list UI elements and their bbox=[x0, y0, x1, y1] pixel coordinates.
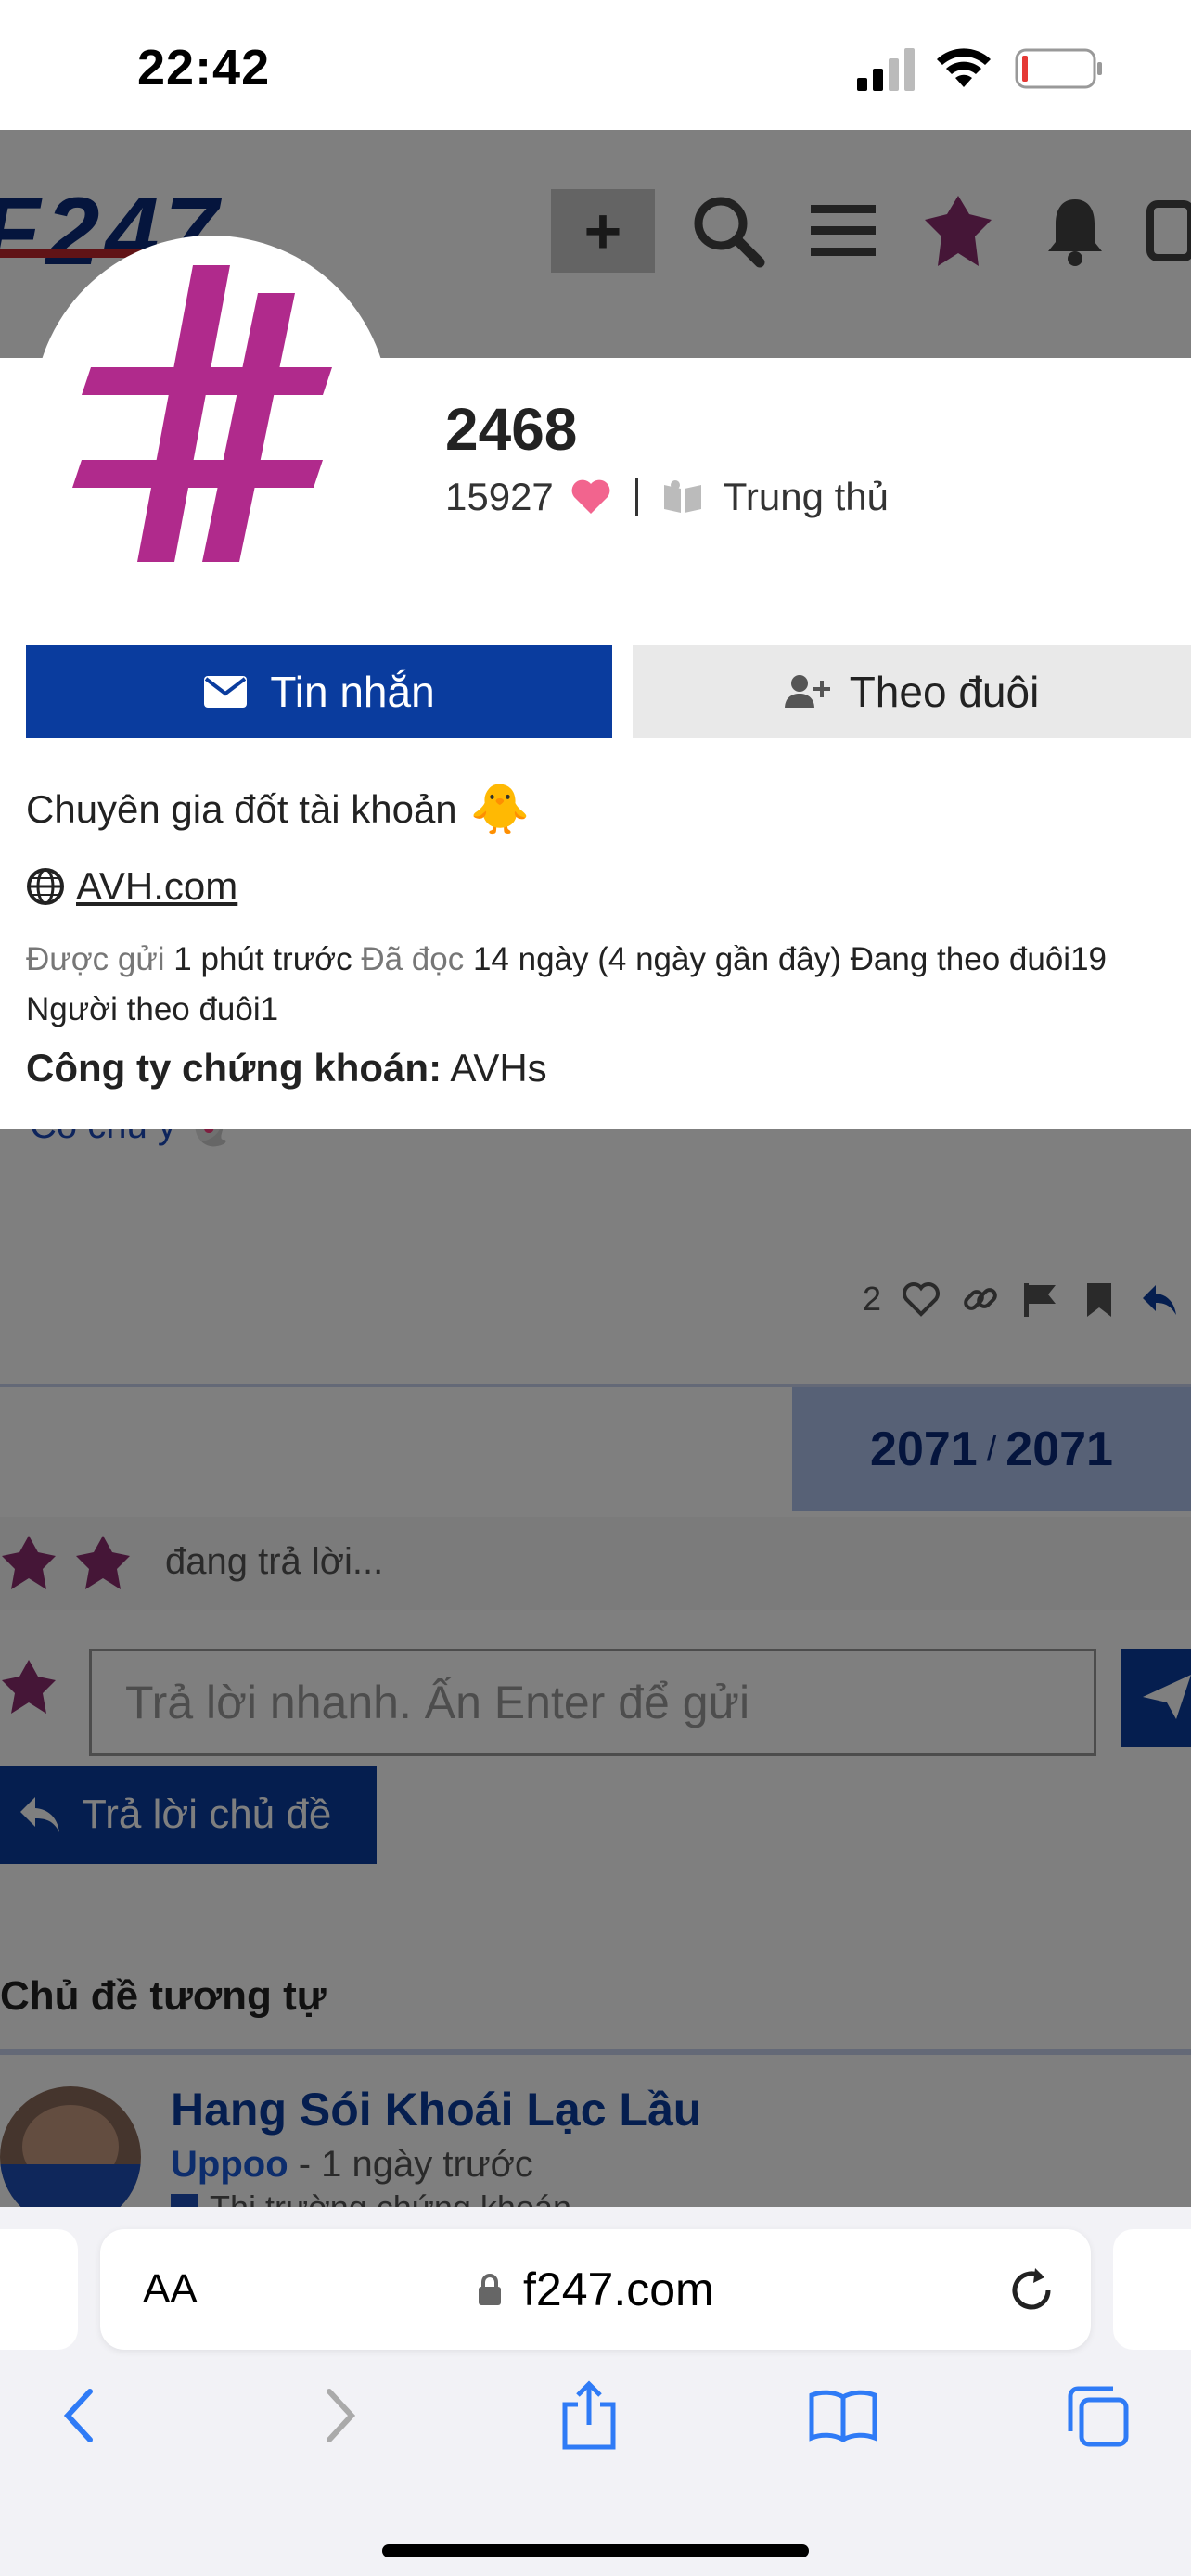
meta-read-value: 14 ngày (4 ngày gần đây) bbox=[472, 941, 841, 977]
profile-bio-text: Chuyên gia đốt tài khoản bbox=[26, 786, 457, 831]
lock-icon bbox=[479, 2274, 501, 2305]
previous-tab-preview[interactable] bbox=[0, 2229, 78, 2350]
message-button[interactable]: Tin nhắn bbox=[26, 645, 612, 738]
open-book-icon bbox=[809, 2390, 877, 2442]
back-button[interactable] bbox=[37, 2374, 121, 2457]
forward-button[interactable] bbox=[299, 2374, 382, 2457]
profile-stats: 15927 Trung thủ bbox=[445, 475, 889, 519]
profile-website: AVH.com bbox=[26, 864, 237, 909]
browser-bottom-bar: AA f247.com bbox=[0, 2207, 1191, 2576]
site-brand-logo-icon bbox=[72, 265, 332, 562]
meta-read-label: Đã đọc bbox=[361, 941, 465, 977]
follow-button-label: Theo đuôi bbox=[849, 668, 1040, 716]
stats-separator bbox=[634, 478, 638, 516]
cellular-signal-icon bbox=[857, 48, 915, 91]
share-icon bbox=[562, 2380, 616, 2450]
follow-button[interactable]: Theo đuôi bbox=[633, 645, 1191, 738]
meta-posted-label: Được gửi bbox=[26, 941, 165, 977]
battery-icon bbox=[1015, 48, 1102, 89]
url-text[interactable]: f247.com bbox=[523, 2263, 714, 2316]
meta-followers[interactable]: Người theo đuôi1 bbox=[26, 991, 278, 1027]
user-plus-icon bbox=[784, 675, 830, 708]
chevron-left-icon bbox=[63, 2389, 93, 2442]
book-rank-icon bbox=[663, 480, 701, 513]
tabs-button[interactable] bbox=[1056, 2374, 1139, 2457]
profile-username: 2468 bbox=[445, 396, 578, 463]
profile-company: Công ty chứng khoán: AVHs bbox=[26, 1046, 547, 1090]
reload-icon[interactable] bbox=[1005, 2264, 1057, 2316]
status-bar: 22:42 bbox=[0, 0, 1191, 130]
wifi-icon bbox=[937, 48, 991, 87]
profile-rank: Trung thủ bbox=[723, 475, 890, 518]
share-button[interactable] bbox=[547, 2374, 631, 2457]
meta-posted-value: 1 phút trước bbox=[173, 941, 352, 977]
profile-likes-count: 15927 bbox=[445, 475, 554, 518]
bookmarks-button[interactable] bbox=[801, 2374, 885, 2457]
next-tab-preview[interactable] bbox=[1113, 2229, 1191, 2350]
chevron-right-icon bbox=[327, 2389, 356, 2442]
globe-icon bbox=[27, 868, 64, 905]
text-size-button[interactable]: AA bbox=[143, 2266, 198, 2313]
status-time: 22:42 bbox=[137, 40, 271, 96]
message-button-label: Tin nhắn bbox=[270, 668, 435, 716]
chick-emoji-icon: 🐥 bbox=[469, 783, 531, 836]
tabs-overview-icon bbox=[1068, 2386, 1129, 2447]
home-indicator[interactable] bbox=[382, 2544, 809, 2557]
profile-avatar[interactable] bbox=[33, 236, 390, 592]
envelope-icon bbox=[204, 676, 248, 708]
address-bar[interactable]: AA f247.com bbox=[100, 2229, 1091, 2350]
company-label: Công ty chứng khoán: bbox=[26, 1046, 442, 1090]
profile-bio: Chuyên gia đốt tài khoản 🐥 bbox=[26, 781, 530, 837]
heart-icon bbox=[571, 479, 610, 514]
profile-website-link[interactable]: AVH.com bbox=[76, 864, 237, 909]
meta-following[interactable]: Đang theo đuôi19 bbox=[851, 941, 1107, 977]
company-value: AVHs bbox=[450, 1046, 547, 1090]
browser-toolbar bbox=[0, 2374, 1191, 2494]
profile-meta: Được gửi 1 phút trước Đã đọc 14 ngày (4 … bbox=[26, 935, 1176, 1035]
